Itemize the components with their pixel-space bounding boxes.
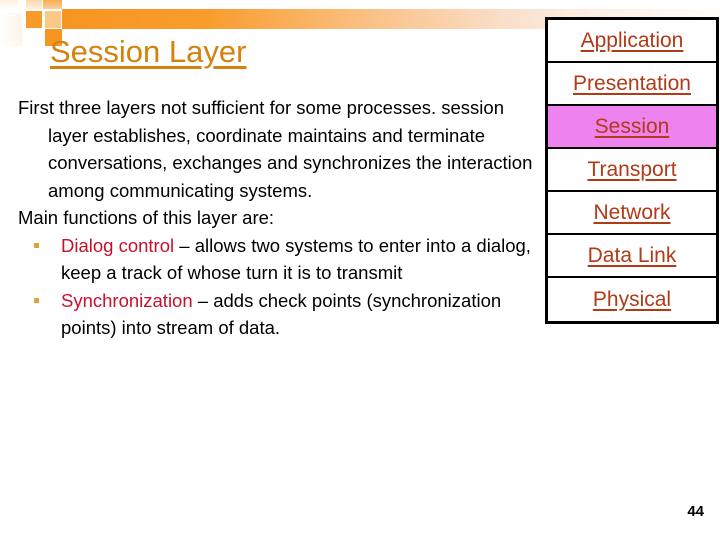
osi-layer-label: Presentation [573, 71, 691, 95]
banner-square-top-left [0, 0, 18, 11]
osi-layer-physical: Physical [548, 278, 716, 321]
list-item: Dialog control – allows two systems to e… [18, 232, 533, 287]
osi-layer-label: Data Link [587, 243, 677, 267]
bullet-keyword-1: Dialog control [61, 234, 175, 256]
bullet-dot-icon [34, 297, 39, 303]
banner-square-pale-left [0, 13, 22, 46]
osi-layer-session: Session [548, 106, 716, 149]
osi-layer-label: Network [593, 200, 671, 224]
osi-layer-label: Transport [587, 157, 677, 181]
banner-square-top-mid [26, 0, 42, 9]
osi-layer-label: Physical [592, 287, 672, 311]
page-title: Session Layer [50, 34, 247, 69]
banner-square-top-right [43, 0, 62, 9]
osi-layer-presentation: Presentation [548, 63, 716, 106]
osi-layer-label: Session [594, 114, 670, 138]
bullet-keyword-2: Synchronization [61, 289, 193, 311]
osi-layer-stack: Application Presentation Session Transpo… [545, 17, 719, 324]
slide-body: First three layers not sufficient for so… [18, 94, 533, 342]
banner-square-mid-left [26, 11, 42, 28]
body-paragraph-2: Main functions of this layer are: [18, 207, 275, 228]
osi-layer-network: Network [548, 192, 716, 235]
body-paragraph-1: First three layers not sufficient for so… [18, 97, 533, 201]
banner-square-mid-right [45, 11, 61, 28]
bullet-dot-icon [34, 242, 39, 248]
osi-layer-application: Application [548, 20, 716, 63]
osi-layer-data-link: Data Link [548, 235, 716, 278]
list-item: Synchronization – adds check points (syn… [18, 287, 533, 342]
osi-layer-label: Application [580, 28, 684, 52]
page-number: 44 [687, 503, 704, 520]
osi-layer-transport: Transport [548, 149, 716, 192]
